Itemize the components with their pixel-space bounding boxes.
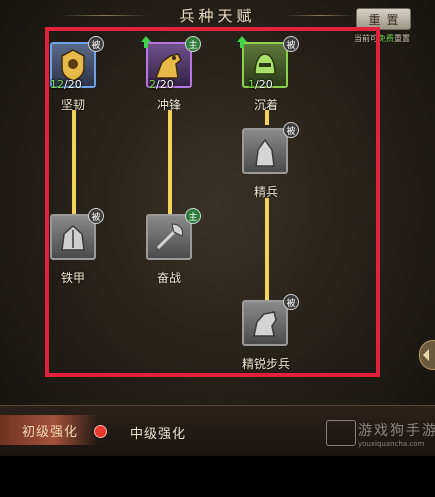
highlight-frame [45,27,380,377]
reset-note-free: 免费 [378,34,394,43]
tab-basic-enhance[interactable]: 初级强化 [0,415,98,445]
notification-dot [94,425,107,438]
scroll-left-arrow-icon[interactable] [419,340,435,370]
tab-intermediate-enhance[interactable]: 中级强化 [130,423,186,442]
talent-screen: 兵种天赋 重置 当前可免费重置 被 12/20 坚韧 主 2/20 冲锋 被 1… [0,0,435,455]
watermark-url: youxiquancha.com [358,440,425,448]
reset-note-suffix: 重置 [394,34,410,43]
watermark-title: 游戏狗手游 [358,423,435,439]
watermark-logo-icon [326,420,356,446]
title-divider-right [285,15,355,16]
